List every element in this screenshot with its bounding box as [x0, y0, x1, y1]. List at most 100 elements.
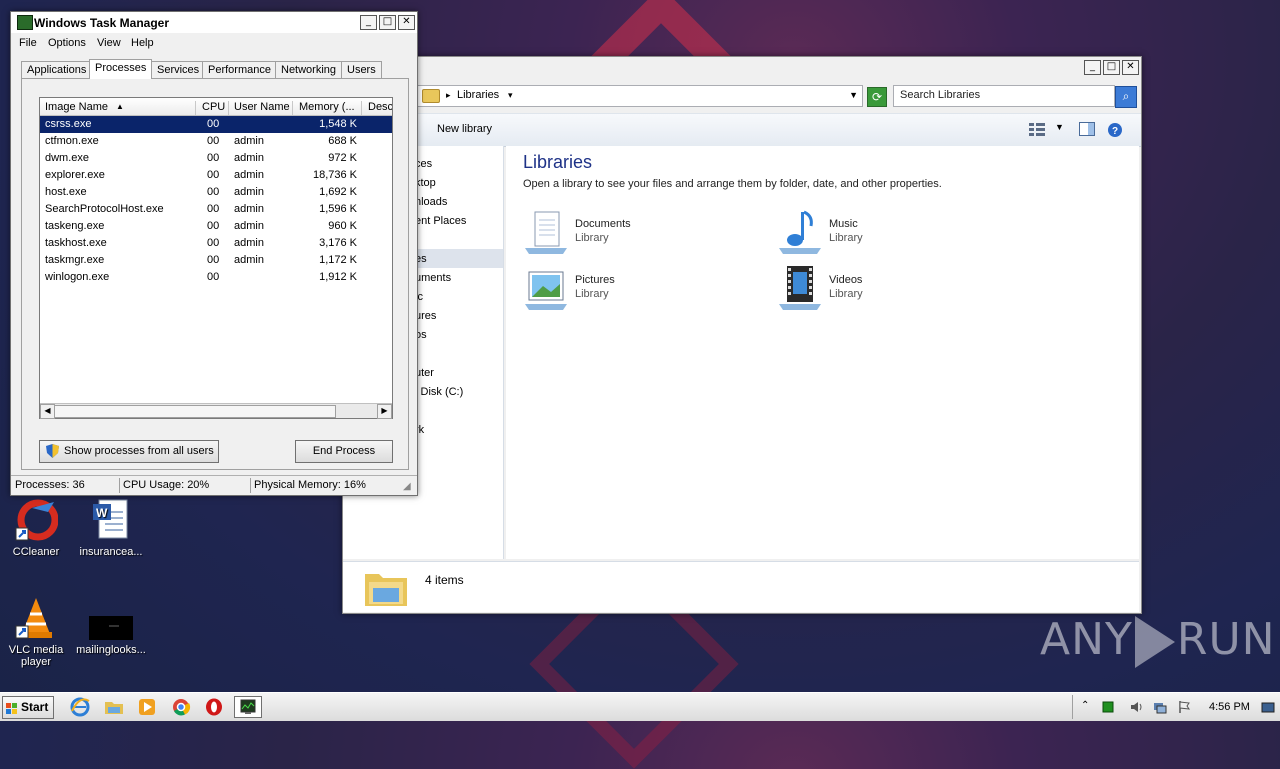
- network-icon[interactable]: [1153, 700, 1167, 714]
- close-button[interactable]: ✕: [1122, 60, 1139, 75]
- process-row[interactable]: taskmgr.exe 00 admin 1,172 K: [40, 252, 392, 269]
- menu-options[interactable]: Options: [48, 37, 86, 49]
- column-memory[interactable]: Memory (...: [299, 101, 362, 115]
- page-title: Libraries: [523, 152, 593, 172]
- search-placeholder: Search Libraries: [900, 89, 981, 101]
- library-type: Library: [575, 288, 609, 300]
- menu-help[interactable]: Help: [131, 37, 154, 49]
- resize-grip-icon[interactable]: ◢: [403, 481, 411, 492]
- nav-item[interactable]: nloads: [415, 196, 447, 208]
- libraries-content: Libraries Open a library to see your fil…: [506, 146, 1139, 559]
- close-button[interactable]: ✕: [398, 15, 415, 30]
- svg-text:W: W: [96, 506, 108, 520]
- process-name: taskeng.exe: [45, 220, 105, 232]
- task-manager-taskbar-button[interactable]: [234, 696, 262, 718]
- nav-item[interactable]: ures: [415, 310, 436, 322]
- explorer-window[interactable]: _ □ ✕ ▸ Libraries ▾ ▼ ⟳ Search Libraries…: [342, 56, 1142, 614]
- process-row[interactable]: csrss.exe 00 1,548 K: [40, 116, 392, 133]
- desktop-icon-insurance-doc[interactable]: W insurancea...: [75, 498, 147, 558]
- clock[interactable]: 4:56 PM: [1209, 701, 1250, 713]
- library-documents[interactable]: Documents Library: [523, 208, 763, 258]
- start-button[interactable]: Start: [2, 696, 54, 719]
- library-videos[interactable]: Videos Library: [777, 264, 1017, 314]
- tab-applications[interactable]: Applications: [21, 61, 93, 78]
- view-dropdown-icon[interactable]: ▼: [1055, 122, 1071, 136]
- process-cpu: 00: [207, 271, 220, 283]
- volume-icon[interactable]: [1129, 700, 1143, 714]
- scroll-left-icon[interactable]: ◀: [40, 404, 55, 419]
- process-row[interactable]: explorer.exe 00 admin 18,736 K: [40, 167, 392, 184]
- tab-processes[interactable]: Processes: [89, 59, 153, 79]
- explorer-folder-icon[interactable]: [104, 697, 124, 717]
- chevron-down-icon[interactable]: ▾: [508, 90, 513, 101]
- explorer-titlebar[interactable]: _ □ ✕: [343, 57, 1141, 79]
- network-status-icon[interactable]: [1101, 700, 1115, 714]
- search-input[interactable]: Search Libraries: [893, 85, 1115, 107]
- library-pictures[interactable]: Pictures Library: [523, 264, 763, 314]
- maximize-button[interactable]: □: [379, 15, 396, 30]
- view-options-icon[interactable]: [1029, 122, 1045, 136]
- chrome-icon[interactable]: [171, 697, 191, 717]
- task-manager-window[interactable]: Windows Task Manager _ □ ✕ File Options …: [10, 11, 418, 496]
- nav-item[interactable]: ent Places: [415, 215, 466, 227]
- column-cpu[interactable]: CPU: [202, 101, 229, 115]
- scrollbar-thumb[interactable]: [54, 405, 336, 418]
- refresh-button[interactable]: ⟳: [867, 87, 887, 107]
- minimize-button[interactable]: _: [360, 15, 377, 30]
- column-user-name[interactable]: User Name: [234, 101, 293, 115]
- desktop-icon-label: VLC media player: [8, 644, 64, 668]
- process-row[interactable]: ctfmon.exe 00 admin 688 K: [40, 133, 392, 150]
- nav-item[interactable]: ktop: [415, 177, 436, 189]
- library-music[interactable]: Music Library: [777, 208, 1017, 258]
- horizontal-scrollbar[interactable]: ◀ ▶: [40, 403, 392, 419]
- process-name: taskhost.exe: [45, 237, 107, 249]
- tab-performance[interactable]: Performance: [202, 61, 277, 78]
- new-library-button[interactable]: New library: [437, 123, 492, 135]
- process-cpu: 00: [207, 186, 220, 198]
- breadcrumb-libraries[interactable]: Libraries: [457, 89, 499, 101]
- task-manager-icon: [17, 15, 33, 30]
- show-hidden-icons-icon[interactable]: ⌃: [1081, 700, 1095, 714]
- show-desktop-icon[interactable]: [1261, 700, 1275, 714]
- task-manager-titlebar[interactable]: Windows Task Manager _ □ ✕: [11, 12, 417, 33]
- search-button[interactable]: ⌕: [1115, 86, 1137, 108]
- process-row[interactable]: taskhost.exe 00 admin 3,176 K: [40, 235, 392, 252]
- end-process-button[interactable]: End Process: [295, 440, 393, 463]
- menu-file[interactable]: File: [19, 37, 37, 49]
- process-list[interactable]: Image Name ▲ CPU User Name Memory (... D…: [39, 97, 393, 419]
- media-player-icon[interactable]: [137, 697, 157, 717]
- internet-explorer-icon[interactable]: [70, 697, 90, 717]
- start-label: Start: [21, 700, 49, 714]
- process-name: csrss.exe: [45, 118, 92, 130]
- action-center-flag-icon[interactable]: [1177, 700, 1191, 714]
- tab-services[interactable]: Services: [151, 61, 206, 78]
- process-user: admin: [234, 220, 264, 232]
- address-dropdown-icon[interactable]: ▼: [849, 90, 858, 100]
- scroll-right-icon[interactable]: ▶: [377, 404, 392, 419]
- watermark-right: RUN: [1176, 614, 1276, 665]
- tab-networking[interactable]: Networking: [275, 61, 343, 78]
- process-row[interactable]: host.exe 00 admin 1,692 K: [40, 184, 392, 201]
- menu-view[interactable]: View: [97, 37, 121, 49]
- desktop-icon-ccleaner[interactable]: CCleaner: [0, 498, 72, 558]
- library-type: Library: [575, 232, 609, 244]
- process-row[interactable]: dwm.exe 00 admin 972 K: [40, 150, 392, 167]
- preview-pane-icon[interactable]: [1079, 122, 1095, 136]
- word-document-icon: W: [89, 498, 133, 542]
- tab-users[interactable]: Users: [341, 61, 382, 78]
- help-icon[interactable]: ?: [1107, 122, 1123, 137]
- show-all-processes-button[interactable]: Show processes from all users: [39, 440, 219, 463]
- address-bar[interactable]: ▸ Libraries ▾ ▼: [417, 85, 863, 107]
- opera-icon[interactable]: [204, 697, 224, 717]
- desktop-icon-vlc[interactable]: VLC media player: [0, 596, 72, 668]
- maximize-button[interactable]: □: [1103, 60, 1120, 75]
- nav-item[interactable]: uments: [415, 272, 451, 284]
- chevron-right-icon[interactable]: ▸: [446, 90, 451, 101]
- desktop-icon-mailinglooks[interactable]: mailinglooks...: [75, 596, 147, 656]
- process-row[interactable]: winlogon.exe 00 1,912 K: [40, 269, 392, 286]
- process-row[interactable]: SearchProtocolHost.exe 00 admin 1,596 K: [40, 201, 392, 218]
- nav-item[interactable]: l Disk (C:): [415, 386, 463, 398]
- minimize-button[interactable]: _: [1084, 60, 1101, 75]
- column-description[interactable]: Desc: [368, 101, 392, 115]
- process-row[interactable]: taskeng.exe 00 admin 960 K: [40, 218, 392, 235]
